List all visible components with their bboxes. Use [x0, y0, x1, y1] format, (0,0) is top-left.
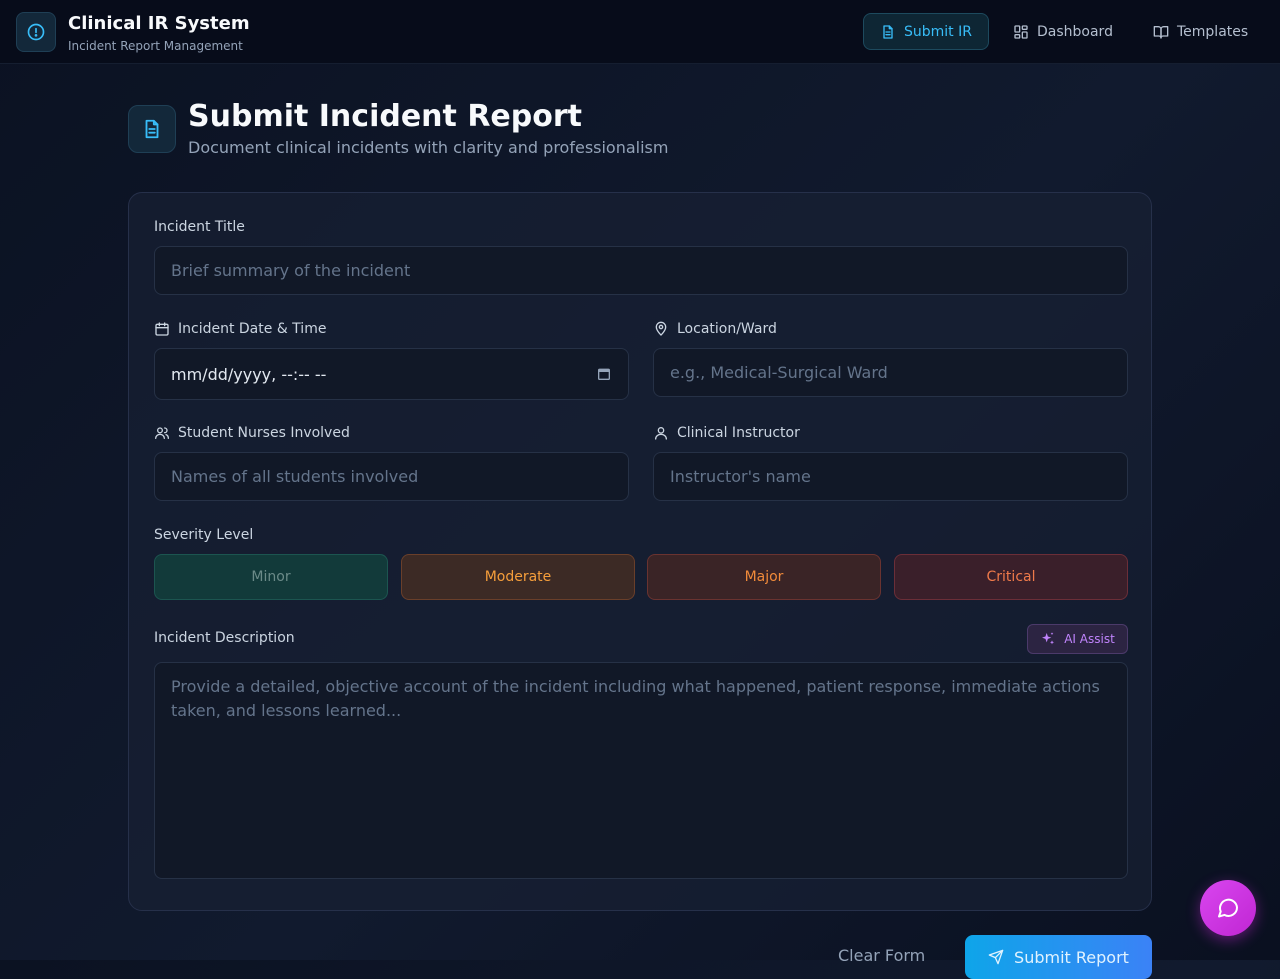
clear-form-button[interactable]: Clear Form	[838, 946, 925, 965]
description-textarea[interactable]: Provide a detailed, objective account of…	[154, 662, 1128, 879]
logo	[16, 12, 56, 52]
nav-label: Templates	[1177, 23, 1249, 40]
incident-form-card: Incident Title Brief summary of the inci…	[128, 192, 1152, 911]
book-open-icon	[1153, 25, 1169, 39]
chat-button[interactable]	[1200, 880, 1256, 936]
nav-dashboard[interactable]: Dashboard	[997, 13, 1129, 50]
page-subtitle: Document clinical incidents with clarity…	[188, 138, 669, 157]
alert-circle-icon	[27, 23, 45, 41]
nav-templates[interactable]: Templates	[1137, 13, 1264, 50]
grid-icon	[1014, 24, 1028, 39]
map-pin-icon	[655, 321, 667, 336]
incident-title-input[interactable]: Brief summary of the incident	[154, 246, 1128, 295]
app-title: Clinical IR System	[68, 13, 250, 34]
incident-datetime-input[interactable]: mm/dd/yyyy, --:-- --	[154, 348, 629, 400]
incident-datetime-label: Incident Date & Time	[154, 321, 326, 337]
calendar-picker-icon[interactable]	[596, 366, 612, 382]
ai-assist-button[interactable]: AI Assist	[1027, 624, 1128, 654]
severity-major-button[interactable]: Major	[647, 554, 881, 600]
sparkles-icon	[1042, 632, 1055, 645]
top-bar: Clinical IR System Incident Report Manag…	[0, 0, 1280, 64]
students-input[interactable]: Names of all students involved	[154, 452, 629, 501]
location-input[interactable]: e.g., Medical-Surgical Ward	[653, 348, 1128, 397]
calendar-icon	[155, 322, 169, 336]
page-title: Submit Incident Report	[188, 99, 582, 134]
instructor-input[interactable]: Instructor's name	[653, 452, 1128, 501]
send-icon	[988, 949, 1004, 965]
file-text-icon	[883, 24, 893, 39]
students-label: Student Nurses Involved	[154, 425, 350, 441]
page-icon	[128, 105, 176, 153]
location-label: Location/Ward	[653, 321, 777, 337]
users-icon	[155, 427, 169, 439]
nav-label: Dashboard	[1037, 23, 1113, 40]
description-label: Incident Description	[154, 630, 295, 646]
instructor-label: Clinical Instructor	[653, 425, 800, 441]
message-circle-icon	[1218, 898, 1238, 918]
severity-label: Severity Level	[154, 527, 254, 543]
nav-label: Submit IR	[904, 23, 972, 40]
app-subtitle: Incident Report Management	[68, 39, 243, 53]
nav-submit-ir[interactable]: Submit IR	[863, 13, 989, 50]
severity-moderate-button[interactable]: Moderate	[401, 554, 635, 600]
severity-minor-button[interactable]: Minor	[154, 554, 388, 600]
user-icon	[655, 427, 667, 440]
submit-report-button[interactable]: Submit Report	[965, 935, 1152, 979]
severity-critical-button[interactable]: Critical	[894, 554, 1128, 600]
incident-title-label: Incident Title	[154, 219, 245, 235]
file-text-icon	[145, 119, 159, 139]
